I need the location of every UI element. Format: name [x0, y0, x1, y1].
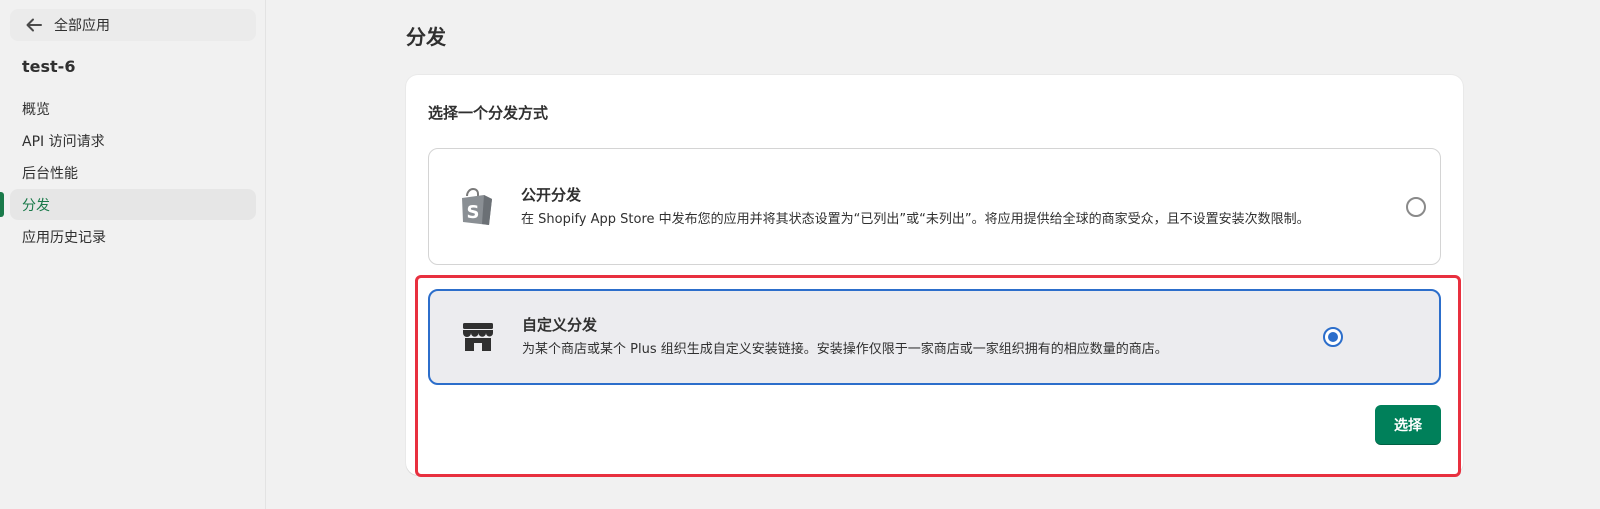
back-label: 全部应用: [54, 18, 110, 34]
distribution-card: 选择一个分发方式 S 公开分发 在 Shopify App Store 中发布您…: [406, 75, 1463, 475]
public-option-text: 公开分发 在 Shopify App Store 中发布您的应用并将其状态设置为…: [521, 184, 1360, 230]
sidebar-item-app-history[interactable]: 应用历史记录: [10, 221, 256, 252]
back-to-all-apps-button[interactable]: 全部应用: [10, 9, 256, 41]
page-title: 分发: [406, 25, 446, 49]
custom-distribution-option[interactable]: 自定义分发 为某个商店或某个 Plus 组织生成自定义安装链接。安装操作仅限于一…: [428, 289, 1441, 385]
public-option-title: 公开分发: [521, 185, 582, 204]
radio-selected-dot: [1328, 332, 1338, 342]
public-option-description: 在 Shopify App Store 中发布您的应用并将其状态设置为“已列出”…: [521, 211, 1310, 227]
sidebar-item-overview[interactable]: 概览: [10, 93, 256, 124]
public-distribution-option[interactable]: S 公开分发 在 Shopify App Store 中发布您的应用并将其状态设…: [428, 148, 1441, 265]
arrow-left-icon: [24, 15, 44, 35]
app-name: test-6: [22, 57, 76, 76]
svg-text:S: S: [467, 202, 480, 223]
sidebar: 全部应用 test-6 概览 API 访问请求 后台性能 分发 应用历史记录: [0, 0, 266, 509]
select-button[interactable]: 选择: [1375, 405, 1441, 445]
shopify-bag-icon: S: [457, 187, 497, 227]
custom-option-title: 自定义分发: [522, 316, 598, 334]
custom-option-description: 为某个商店或某个 Plus 组织生成自定义安装链接。安装操作仅限于一家商店或一家…: [522, 342, 1168, 357]
sidebar-item-admin-performance[interactable]: 后台性能: [10, 157, 256, 188]
card-heading: 选择一个分发方式: [428, 104, 549, 122]
public-option-radio[interactable]: [1406, 197, 1426, 217]
sidebar-item-api-access[interactable]: API 访问请求: [10, 125, 256, 156]
custom-option-radio[interactable]: [1323, 327, 1343, 347]
custom-option-text: 自定义分发 为某个商店或某个 Plus 组织生成自定义安装链接。安装操作仅限于一…: [522, 314, 1359, 360]
sidebar-nav: 概览 API 访问请求 后台性能 分发 应用历史记录: [0, 93, 256, 253]
store-icon: [458, 317, 498, 357]
sidebar-item-distribution[interactable]: 分发: [0, 189, 256, 220]
